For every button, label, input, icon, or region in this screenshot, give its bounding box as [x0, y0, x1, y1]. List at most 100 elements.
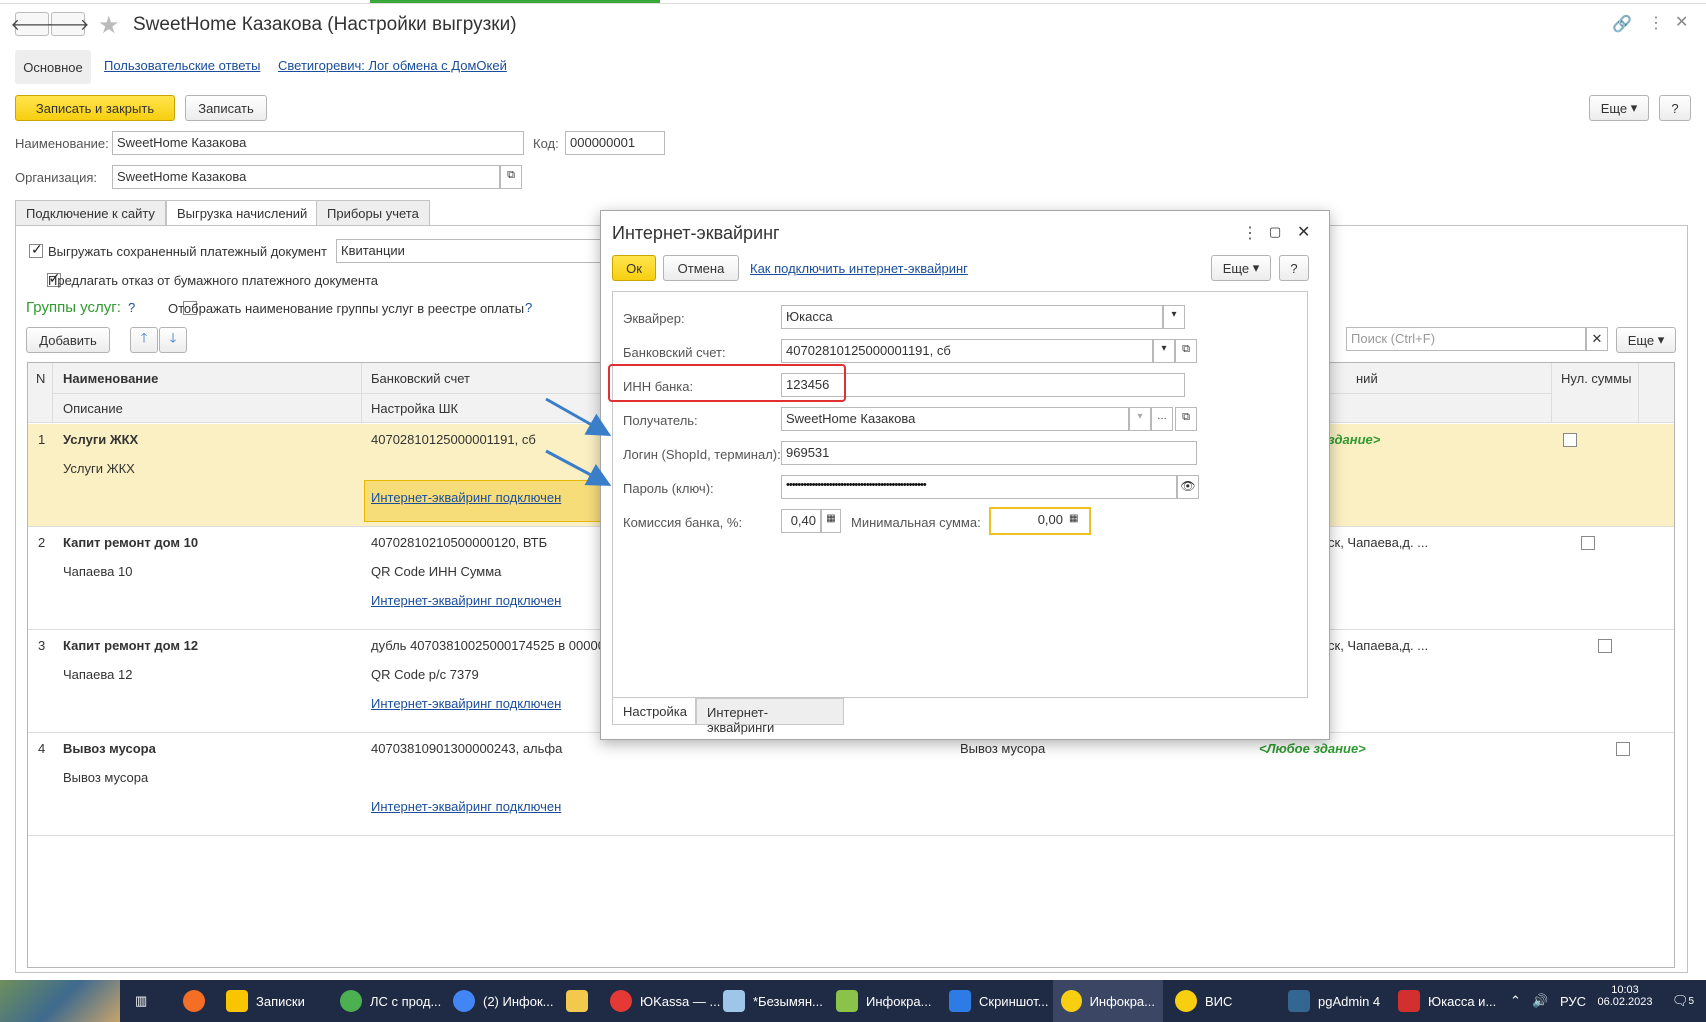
eye-icon[interactable]: 👁 [1177, 475, 1199, 499]
save-close-button[interactable]: Записать и закрыть [15, 95, 175, 121]
task-view-icon[interactable]: ▥ [135, 980, 147, 1022]
export-doc-checkbox[interactable] [29, 241, 43, 258]
dialog-more-button[interactable]: Еще ▾ [1211, 255, 1271, 281]
ok-button[interactable]: Ок [612, 255, 656, 281]
col-account: Банковский счет [371, 371, 470, 386]
commission-input[interactable]: 0,40 [781, 509, 821, 533]
row-n: 4 [38, 741, 46, 756]
tab-exchange-log[interactable]: Светигоревич: Лог обмена с ДомОкей [278, 58, 507, 73]
row-name: Вывоз мусора [63, 741, 156, 756]
row-nul-checkbox[interactable] [1598, 639, 1613, 653]
clock-date: 06.02.2023 [1597, 996, 1653, 1008]
taskbar-item-active[interactable]: Инфокра... [1053, 980, 1163, 1022]
row-account: 40702810125000001191, сб [371, 432, 536, 447]
more-vert-icon[interactable]: ⋮ [1648, 13, 1664, 33]
org-input[interactable]: SweetHome Казакова [112, 165, 500, 189]
maximize-icon[interactable]: ▢ [1269, 224, 1281, 240]
language-indicator[interactable]: РУС [1560, 980, 1586, 1022]
account-select[interactable]: 40702810125000001191, сб [781, 339, 1153, 363]
name-label: Наименование: [15, 136, 109, 151]
tab-site-connection[interactable]: Подключение к сайту [15, 200, 166, 226]
row-acquiring-link[interactable]: Интернет-эквайринг подключен [371, 490, 561, 505]
row-nul-checkbox[interactable] [1580, 536, 1595, 550]
clear-search-icon[interactable]: ✕ [1586, 327, 1608, 351]
row-building: здание> [1328, 432, 1381, 447]
row-acquiring-link[interactable]: Интернет-эквайринг подключен [371, 696, 561, 711]
open-icon[interactable]: ⧉ [1175, 339, 1197, 363]
taskbar-item[interactable]: ЛС с прод... [340, 980, 441, 1022]
taskbar-item[interactable]: Записки [226, 980, 305, 1022]
table-row[interactable] [28, 733, 1674, 836]
dialog-help-button[interactable]: ? [1279, 255, 1309, 281]
cancel-button[interactable]: Отмена [663, 255, 739, 281]
more-button[interactable]: Еще ▾ [1589, 95, 1649, 121]
tab-user-answers[interactable]: Пользовательские ответы [104, 58, 260, 73]
taskbar-item[interactable]: Скриншот... [949, 980, 1048, 1022]
dialog-close-icon[interactable]: ✕ [1297, 222, 1310, 242]
col-buildings: ний [1356, 371, 1378, 386]
dropdown-icon[interactable]: ▾ [1129, 407, 1151, 431]
save-button[interactable]: Записать [185, 95, 267, 121]
dialog-tab-settings[interactable]: Настройка [612, 698, 696, 725]
dropdown-icon[interactable]: ▾ [1153, 339, 1175, 363]
dialog-tab-acquirings[interactable]: Интернет-эквайринги [696, 698, 844, 735]
calculator-icon[interactable]: ▦ [1069, 513, 1078, 524]
dialog-more-label: Еще [1222, 260, 1250, 276]
taskbar-item[interactable]: ВИС [1175, 980, 1232, 1022]
link-icon[interactable]: 🔗 [1612, 14, 1632, 34]
move-down-button[interactable]: 🡓 [159, 327, 187, 353]
folder-icon[interactable] [566, 980, 596, 1022]
howto-link[interactable]: Как подключить интернет-эквайринг [750, 261, 968, 276]
row-desc: Чапаева 12 [63, 667, 133, 682]
help-q-icon[interactable]: ? [128, 300, 135, 315]
row-desc: Вывоз мусора [63, 770, 149, 785]
list-more-button[interactable]: Еще ▾ [1616, 327, 1676, 353]
notifications-icon[interactable]: 🗨 5 [1672, 980, 1694, 1022]
code-input[interactable]: 000000001 [565, 131, 665, 155]
tab-meters[interactable]: Приборы учета [316, 200, 430, 226]
taskbar-item[interactable]: *Безымян... [723, 980, 823, 1022]
dropdown-icon[interactable]: ▾ [1163, 305, 1185, 329]
back-button[interactable]: 🡐 [11, 12, 53, 36]
dialog-more-vert-icon[interactable]: ⋮ [1242, 223, 1258, 243]
taskbar-item[interactable]: ЮKassa — ... [610, 980, 720, 1022]
tab-main[interactable]: Основное [15, 50, 91, 84]
volume-icon[interactable]: 🔊 [1532, 980, 1548, 1022]
acquirer-select[interactable]: Юкасса [781, 305, 1163, 329]
clock[interactable]: 10:03 06.02.2023 [1595, 984, 1655, 1008]
tab-charges-export[interactable]: Выгрузка начислений [166, 200, 319, 226]
firefox-icon[interactable] [183, 980, 213, 1022]
taskbar-item[interactable]: pgAdmin 4 [1288, 980, 1380, 1022]
row-account: 40702810210500000120, ВТБ [371, 535, 548, 550]
row-acquiring-link[interactable]: Интернет-эквайринг подключен [371, 799, 561, 814]
open-icon[interactable]: ⧉ [1175, 407, 1197, 431]
tray-chevron-icon[interactable]: ⌃ [1510, 980, 1521, 1022]
close-icon[interactable]: ✕ [1675, 12, 1688, 32]
start-landscape-icon[interactable] [0, 980, 120, 1022]
recipient-input[interactable]: SweetHome Казакова [781, 407, 1129, 431]
name-input[interactable]: SweetHome Казакова [112, 131, 524, 155]
password-input[interactable]: ••••••••••••••••••••••••••••••••••••••••… [781, 475, 1177, 499]
row-name: Услуги ЖКХ [63, 432, 139, 447]
row-nul-checkbox[interactable] [1615, 742, 1630, 756]
taskbar-item[interactable]: Инфокра... [836, 980, 931, 1022]
row-acquiring-link[interactable]: Интернет-эквайринг подключен [371, 593, 561, 608]
open-icon[interactable]: ⧉ [500, 165, 522, 189]
export-doc-select[interactable]: Квитанции [336, 239, 606, 263]
star-icon[interactable]: ★ [98, 11, 120, 40]
forward-button[interactable]: 🡒 [47, 12, 89, 36]
select-icon[interactable]: … [1151, 407, 1173, 431]
help-q-icon-2[interactable]: ? [525, 300, 532, 315]
row-name: Капит ремонт дом 10 [63, 535, 199, 550]
calculator-icon[interactable]: ▦ [821, 509, 841, 533]
add-button[interactable]: Добавить [26, 327, 110, 353]
move-up-button[interactable]: 🡑 [130, 327, 158, 353]
taskbar-item[interactable]: (2) Инфок... [453, 980, 553, 1022]
login-input[interactable]: 969531 [781, 441, 1197, 465]
taskbar-label: Юкасса и... [1428, 993, 1497, 1009]
row-nul-checkbox[interactable] [1563, 433, 1577, 447]
search-input[interactable]: Поиск (Ctrl+F) [1346, 327, 1586, 351]
taskbar-item[interactable]: Юкасса и... [1398, 980, 1496, 1022]
help-button[interactable]: ? [1659, 95, 1691, 121]
arrow-down-icon: 🡓 [169, 330, 177, 345]
